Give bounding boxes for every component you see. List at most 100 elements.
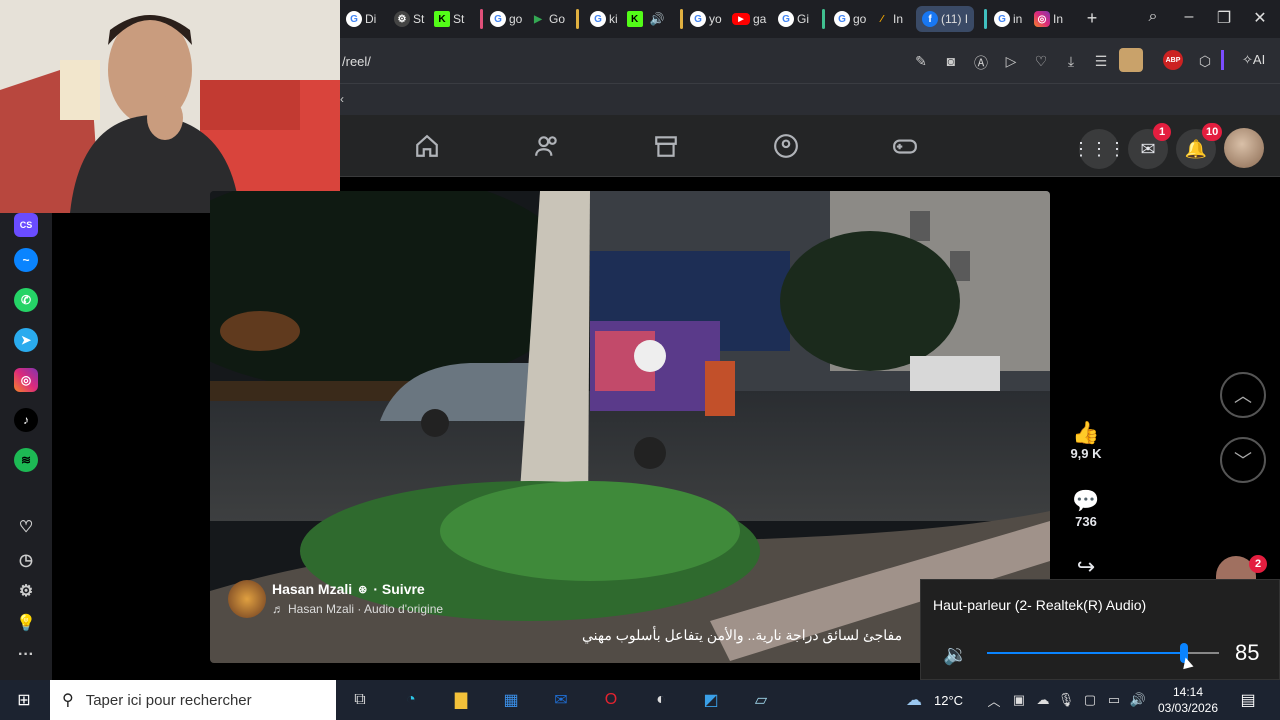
google-icon: G	[834, 11, 850, 27]
restore-button[interactable]: ❐	[1212, 8, 1236, 28]
close-window-button[interactable]: ✕	[1248, 8, 1272, 28]
history-icon[interactable]: ◷	[14, 548, 38, 572]
play-icon[interactable]: ▷	[1002, 53, 1020, 70]
thumbs-up-icon: 👍	[1072, 420, 1100, 445]
tab-1[interactable]: G Di	[346, 8, 376, 30]
sidebar-app-cs-icon[interactable]: CS	[14, 213, 38, 237]
next-reel-button[interactable]: ﹀	[1220, 437, 1266, 483]
instagram-icon[interactable]: ◎	[14, 368, 38, 392]
tab-9[interactable]: G Gi	[778, 8, 809, 30]
taskbar-search-box[interactable]: ⚲ Taper ici pour rechercher	[50, 680, 336, 720]
task-view-icon[interactable]: ⧉	[348, 688, 372, 712]
tab-8[interactable]: ▶ ga	[732, 8, 766, 30]
steam-icon: ⚙	[394, 11, 410, 27]
bell-icon: 🔔	[1184, 138, 1208, 159]
extension-cube-icon[interactable]: ⬡	[1196, 53, 1214, 70]
paint-app-icon[interactable]: ◩	[699, 688, 723, 712]
like-button[interactable]: 👍 9,9 K	[1060, 420, 1112, 461]
menu-icon[interactable]: ☰	[1092, 53, 1110, 70]
youtube-icon: ▶	[732, 13, 750, 25]
clock[interactable]: 14:14 03/03/2026	[1150, 684, 1226, 716]
lightbulb-icon[interactable]: 💡	[14, 611, 38, 635]
app-icon[interactable]: ◐	[649, 688, 673, 712]
more-icon[interactable]: ···	[14, 643, 38, 667]
tab-7[interactable]: G yo	[690, 8, 722, 30]
bookmark-back-icon[interactable]: ‹	[340, 92, 344, 106]
telegram-icon[interactable]: ➤	[14, 328, 38, 352]
share-arrow-icon: ↪	[1076, 554, 1096, 579]
messenger-badge: 1	[1153, 123, 1171, 141]
whatsapp-icon[interactable]: ✆	[14, 288, 38, 312]
favorites-icon[interactable]: ♡	[14, 515, 38, 539]
download-icon[interactable]: ⤓	[1062, 53, 1080, 70]
apps-menu-button[interactable]: ⋮⋮⋮	[1072, 129, 1126, 169]
tab-5[interactable]: ▶ Go	[530, 8, 565, 30]
weather-cloud-icon[interactable]: ☁	[902, 688, 926, 712]
onedrive-icon[interactable]: ☁	[1031, 688, 1055, 712]
weather-temperature[interactable]: 12°C	[934, 693, 963, 708]
tab-14[interactable]: ◎ In	[1034, 8, 1063, 30]
clock-time: 14:14	[1172, 685, 1204, 699]
file-explorer-icon[interactable]: ▇	[449, 688, 473, 712]
tab-2[interactable]: ⚙ St	[394, 8, 424, 30]
tiktok-icon[interactable]: ♪	[14, 408, 38, 432]
follow-button[interactable]: · Suivre	[373, 581, 424, 597]
clock-date: 03/03/2026	[1157, 701, 1219, 715]
url-text[interactable]: /reel/	[342, 54, 371, 69]
microphone-icon[interactable]: 🎙	[1054, 688, 1078, 712]
opera-icon[interactable]: O	[599, 688, 623, 712]
search-icon: ⚲	[62, 692, 74, 709]
tab-4[interactable]: G go	[490, 8, 522, 30]
battery-icon[interactable]: ▭	[1102, 688, 1126, 712]
tab-11[interactable]: ⁄ In	[874, 8, 903, 30]
spotify-icon[interactable]: ≋	[14, 448, 38, 472]
outlook-icon[interactable]: ✉	[549, 688, 573, 712]
audio-device-name[interactable]: Haut-parleur (2- Realtek(R) Audio)	[933, 597, 1146, 613]
google-icon: G	[490, 11, 506, 27]
volume-level: 85	[1235, 640, 1260, 665]
gaming-icon[interactable]	[892, 133, 918, 159]
camera-icon[interactable]: ◙	[942, 53, 960, 69]
home-icon[interactable]	[414, 133, 440, 159]
settings-icon[interactable]: ⚙	[14, 579, 38, 603]
google-icon: G	[590, 11, 606, 27]
groups-icon[interactable]	[773, 133, 799, 159]
tab-6[interactable]: G ki K 🔊	[590, 8, 665, 30]
google-icon: G	[994, 11, 1010, 27]
profile-avatar[interactable]	[1119, 48, 1143, 72]
marketplace-icon[interactable]	[653, 133, 679, 159]
audio-source[interactable]: Hasan Mzali · Audio d'origine	[288, 602, 443, 616]
volume-tray-icon[interactable]: 🔊	[1126, 688, 1150, 712]
tray-monitor-icon[interactable]: ▢	[1078, 688, 1102, 712]
messenger-icon[interactable]: ~	[14, 248, 38, 272]
tray-app-icon[interactable]: ▣	[1007, 688, 1031, 712]
account-avatar[interactable]	[1224, 128, 1264, 168]
notepad-icon[interactable]: ▱	[749, 688, 773, 712]
tab-12-facebook-active[interactable]: f (11) I	[922, 8, 968, 30]
tab-group-marker	[480, 9, 483, 29]
tab-13[interactable]: G in	[994, 8, 1022, 30]
ai-button[interactable]: ✧AI	[1242, 52, 1265, 68]
tab-3[interactable]: K St	[434, 8, 464, 30]
speaker-icon[interactable]: 🔉	[943, 642, 968, 667]
adblock-icon[interactable]: ABP	[1163, 50, 1183, 70]
edit-icon[interactable]: ✎	[912, 53, 930, 70]
tab-10[interactable]: G go	[834, 8, 866, 30]
edge-icon[interactable]: ◔	[399, 688, 423, 712]
heart-icon[interactable]: ♡	[1032, 53, 1050, 70]
author-avatar[interactable]	[228, 580, 266, 618]
share-button[interactable]: ↪	[1060, 554, 1112, 580]
store-icon[interactable]: ▦	[499, 688, 523, 712]
search-tabs-icon[interactable]: ⌕	[1141, 8, 1165, 26]
new-tab-button[interactable]: +	[1080, 8, 1104, 29]
chevron-up-icon[interactable]: ︿	[982, 688, 1006, 712]
notification-center-icon[interactable]: ▤	[1236, 688, 1260, 712]
comment-button[interactable]: 💬 736	[1060, 488, 1112, 529]
tab-group-marker	[680, 9, 683, 29]
minimize-button[interactable]: –	[1177, 8, 1201, 26]
author-name[interactable]: Hasan Mzali	[272, 581, 352, 597]
translate-icon[interactable]: Ⓐ	[972, 53, 990, 73]
previous-reel-button[interactable]: ︿	[1220, 372, 1266, 418]
friends-icon[interactable]	[534, 133, 560, 159]
windows-start-icon[interactable]: ⊞	[12, 688, 36, 712]
